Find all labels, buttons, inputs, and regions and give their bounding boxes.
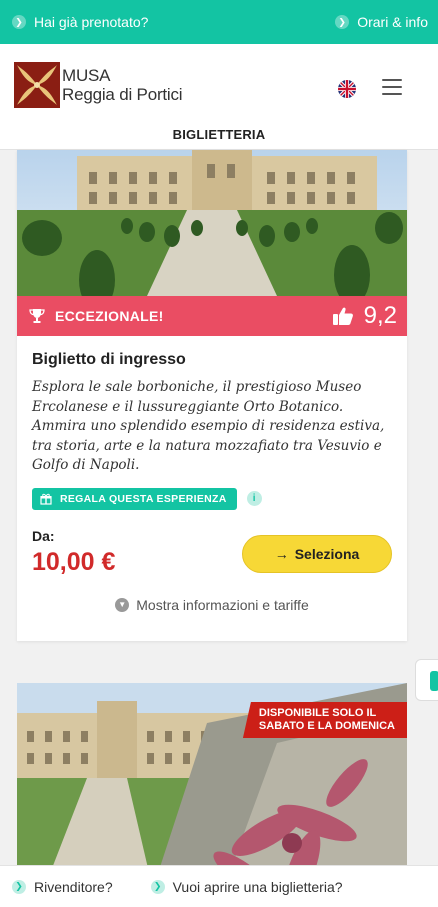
side-tab[interactable] — [415, 659, 438, 701]
logo-mark-icon — [14, 62, 60, 108]
logo-line-2: Reggia di Portici — [62, 85, 183, 104]
logo-line-1: MUSA — [62, 66, 111, 85]
banner-line-2: SABATO E LA DOMENICA — [258, 720, 395, 732]
ticket-title: Biglietto di ingresso — [32, 351, 186, 368]
chevron-right-icon: ❯ — [12, 15, 26, 29]
ticket-description: Esplora le sale borboniche, il prestigio… — [32, 379, 385, 473]
rating-bar: ECCEZIONALE! 9,2 — [17, 296, 407, 336]
chevron-right-icon: ❯ — [12, 879, 26, 894]
thumbs-up-icon — [332, 307, 353, 325]
top-bar: ❯ Hai già prenotato? ❯ Orari & info — [0, 0, 438, 44]
more-info-label: Mostra informazioni e tariffe — [136, 596, 309, 613]
already-booked-link[interactable]: ❯ Hai già prenotato? — [12, 14, 148, 30]
site-header: MUSA Reggia di Portici BIGLIETTERIA — [0, 44, 438, 150]
price-value: 10,00 € — [32, 547, 116, 576]
availability-badge: DISPONIBILE SOLO IL SABATO E LA DOMENICA — [242, 702, 407, 738]
hours-info-link[interactable]: ❯ Orari & info — [335, 14, 428, 30]
page-title: BIGLIETTERIA — [172, 127, 266, 142]
reseller-label: Rivenditore? — [34, 878, 113, 895]
gift-experience-button[interactable]: REGALA QUESTA ESPERIENZA — [32, 487, 237, 510]
chevron-right-icon: ❯ — [335, 15, 350, 29]
hours-info-label: Orari & info — [357, 14, 428, 30]
ticket-card: ECCEZIONALE! 9,2 Biglietto di ingresso E… — [17, 150, 407, 641]
gift-icon — [40, 493, 52, 505]
chevron-right-icon: ❯ — [150, 879, 165, 894]
select-button[interactable]: → Seleziona — [242, 534, 392, 573]
trophy-icon — [29, 309, 45, 323]
rating-label: ECCEZIONALE! — [55, 308, 164, 324]
banner-line-1: DISPONIBILE SOLO IL — [258, 707, 377, 719]
more-info-toggle[interactable]: ▼ Mostra informazioni e tariffe — [32, 597, 392, 613]
reseller-link[interactable]: ❯ Rivenditore? — [12, 879, 113, 895]
logo-text: MUSA Reggia di Portici — [62, 66, 183, 104]
logo[interactable]: MUSA Reggia di Portici — [14, 62, 183, 108]
select-label: Seleziona — [294, 545, 360, 562]
side-tab-icon — [430, 671, 438, 691]
arrow-right-icon: → — [274, 545, 289, 562]
open-ticket-office-link[interactable]: ❯ Vuoi aprire una biglietteria? — [150, 878, 343, 895]
palace-garden-image — [17, 150, 407, 296]
menu-icon[interactable] — [382, 79, 402, 95]
gift-label: REGALA QUESTA ESPERIENZA — [60, 492, 227, 505]
rating-value: 9,2 — [363, 302, 397, 329]
info-icon[interactable]: i — [246, 491, 262, 506]
chevron-down-icon: ▼ — [115, 597, 130, 612]
bottom-bar: ❯ Rivenditore? ❯ Vuoi aprire una bigliet… — [0, 865, 438, 907]
uk-flag-icon[interactable] — [338, 80, 356, 98]
open-ticket-office-label: Vuoi aprire una biglietteria? — [172, 878, 343, 895]
already-booked-label: Hai già prenotato? — [34, 14, 149, 30]
price-label: Da: — [32, 527, 55, 544]
